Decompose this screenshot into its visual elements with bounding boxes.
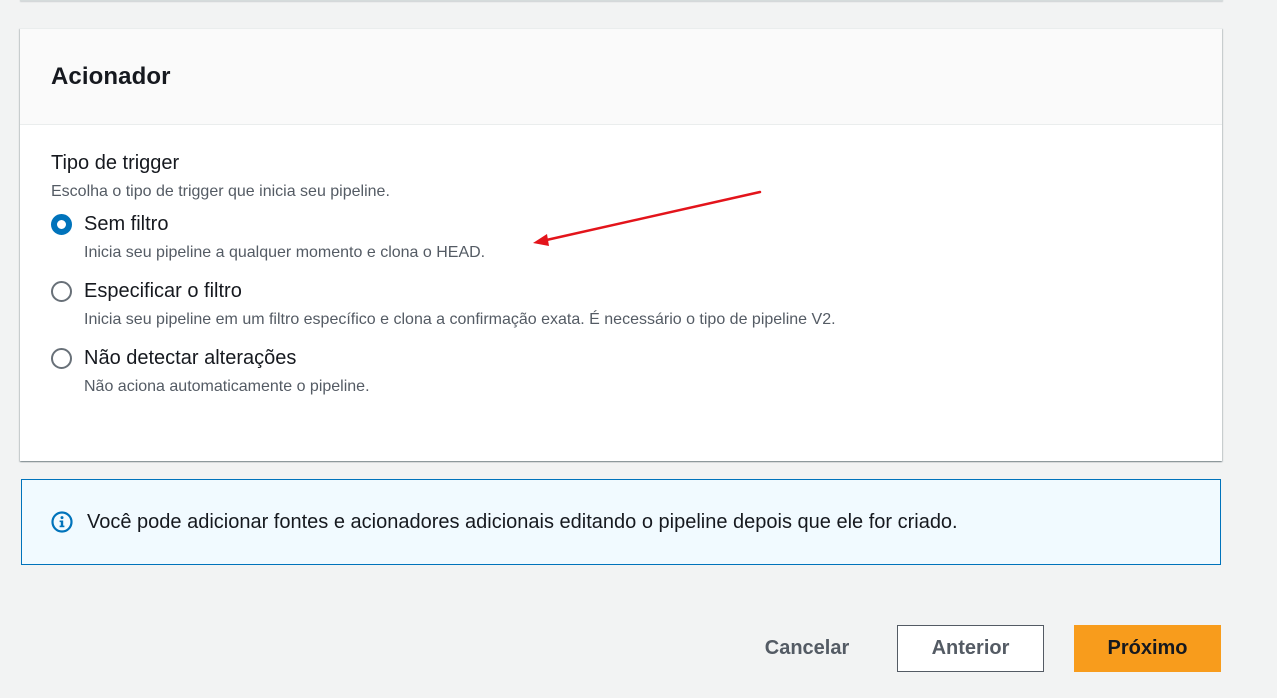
info-alert-text: Você pode adicionar fontes e acionadores… xyxy=(87,510,958,533)
cancel-button[interactable]: Cancelar xyxy=(745,625,869,672)
radio-button-specify-filter[interactable] xyxy=(51,281,72,302)
radio-option-no-detect[interactable]: Não detectar alterações Não aciona autom… xyxy=(51,346,1191,399)
radio-description-specify-filter: Inicia seu pipeline em um filtro específ… xyxy=(84,311,836,328)
info-alert: Você pode adicionar fontes e acionadores… xyxy=(21,479,1221,565)
container-header: Acionador xyxy=(20,29,1222,125)
radio-button-no-filter[interactable] xyxy=(51,214,72,235)
container-body: Tipo de trigger Escolha o tipo de trigge… xyxy=(20,125,1222,399)
radio-description-no-detect: Não aciona automaticamente o pipeline. xyxy=(84,378,370,395)
previous-panel-edge xyxy=(20,0,1223,1)
radio-option-specify-filter[interactable]: Especificar o filtro Inicia seu pipeline… xyxy=(51,279,1191,332)
section-title: Acionador xyxy=(51,62,171,90)
page: Acionador Tipo de trigger Escolha o tipo… xyxy=(0,0,1277,698)
next-button[interactable]: Próximo xyxy=(1074,625,1221,672)
previous-button[interactable]: Anterior xyxy=(897,625,1044,672)
trigger-type-label: Tipo de trigger xyxy=(51,152,180,174)
info-icon xyxy=(51,511,73,533)
annotation-arrow-icon xyxy=(533,190,762,246)
radio-button-no-detect[interactable] xyxy=(51,348,72,369)
radio-label-specify-filter[interactable]: Especificar o filtro xyxy=(84,279,1191,303)
radio-label-no-detect[interactable]: Não detectar alterações xyxy=(84,346,1191,370)
